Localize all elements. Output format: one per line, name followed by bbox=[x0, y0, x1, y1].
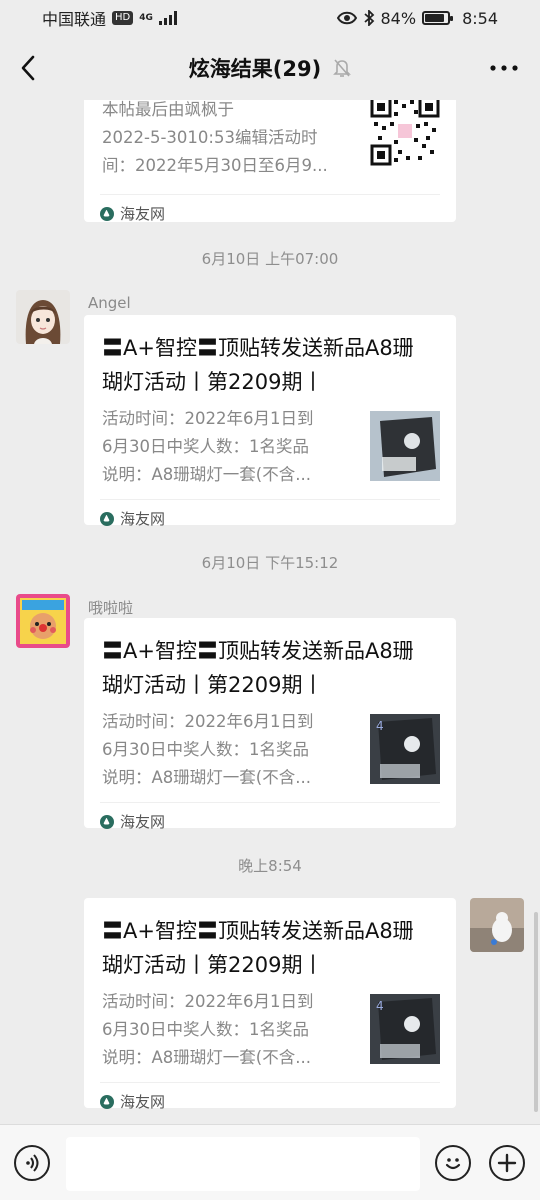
signal-icon bbox=[158, 11, 177, 25]
plus-icon[interactable] bbox=[489, 1145, 525, 1181]
avatar[interactable] bbox=[16, 290, 70, 344]
timestamp: 6月10日 下午15:12 bbox=[201, 554, 339, 572]
chat-header: 炫海结果(29) bbox=[0, 36, 540, 100]
product-thumbnail bbox=[370, 411, 440, 481]
card-description: 活动时间：2022年6月1日到 6月30日中奖人数：1名奖品 说明：A8珊瑚灯一… bbox=[102, 712, 314, 787]
card-source: 海友网 bbox=[100, 802, 440, 840]
svg-text:4: 4 bbox=[376, 719, 384, 733]
source-logo-icon bbox=[100, 814, 114, 829]
eye-icon bbox=[336, 11, 357, 25]
chevron-left-icon[interactable] bbox=[14, 54, 42, 82]
sender-name: 哦啦啦 bbox=[88, 599, 134, 617]
svg-text:4: 4 bbox=[376, 999, 384, 1013]
card-title: 〓A+智控〓顶贴转发送新品A8珊 瑚灯活动丨第2209期丨 bbox=[102, 336, 414, 394]
card-title: 〓A+智控〓顶贴转发送新品A8珊 瑚灯活动丨第2209期丨 bbox=[102, 919, 414, 977]
card-source: 海友网 bbox=[100, 194, 440, 232]
source-logo-icon bbox=[100, 511, 114, 526]
card-source: 海友网 bbox=[100, 1082, 440, 1120]
network-label: 4G bbox=[139, 13, 153, 23]
card-description: 本帖最后由飒枫于 2022-5-3010:53编辑活动时 间：2022年5月30… bbox=[102, 100, 328, 175]
bluetooth-icon bbox=[363, 10, 374, 26]
input-bar bbox=[0, 1124, 540, 1200]
timestamp: 晚上8:54 bbox=[238, 857, 302, 875]
sender-name: Angel bbox=[88, 294, 131, 312]
link-card[interactable]: 〓A+智控〓顶贴转发送新品A8珊 瑚灯活动丨第2209期丨 活动时间：2022年… bbox=[84, 618, 456, 831]
source-logo-icon bbox=[100, 206, 114, 221]
avatar[interactable] bbox=[16, 594, 70, 648]
bell-muted-icon bbox=[333, 59, 352, 77]
avatar[interactable] bbox=[470, 898, 524, 952]
product-thumbnail: 4 bbox=[370, 994, 440, 1064]
timestamp: 6月10日 上午07:00 bbox=[201, 250, 339, 268]
message-input[interactable] bbox=[66, 1137, 420, 1191]
card-source: 海友网 bbox=[100, 499, 440, 537]
chat-area[interactable]: 本帖最后由飒枫于 2022-5-3010:53编辑活动时 间：2022年5月30… bbox=[0, 100, 540, 1120]
card-title: 〓A+智控〓顶贴转发送新品A8珊 瑚灯活动丨第2209期丨 bbox=[102, 639, 414, 697]
card-description: 活动时间：2022年6月1日到 6月30日中奖人数：1名奖品 说明：A8珊瑚灯一… bbox=[102, 992, 314, 1067]
battery-percent: 84% bbox=[380, 8, 417, 28]
product-thumbnail: 4 bbox=[370, 714, 440, 784]
emoji-icon[interactable] bbox=[435, 1145, 471, 1181]
link-card[interactable]: 〓A+智控〓顶贴转发送新品A8珊 瑚灯活动丨第2209期丨 活动时间：2022年… bbox=[84, 315, 456, 528]
carrier-label: 中国联通 bbox=[42, 10, 107, 29]
chat-title: 炫海结果(29) bbox=[188, 57, 322, 81]
clock: 8:54 bbox=[462, 8, 498, 28]
battery-icon bbox=[422, 11, 454, 25]
more-icon[interactable] bbox=[488, 56, 520, 80]
voice-icon[interactable] bbox=[14, 1145, 50, 1181]
link-card[interactable]: 〓A+智控〓顶贴转发送新品A8珊 瑚灯活动丨第2209期丨 活动时间：2022年… bbox=[84, 898, 456, 1111]
source-logo-icon bbox=[100, 1094, 114, 1109]
link-card[interactable]: 本帖最后由飒枫于 2022-5-3010:53编辑活动时 间：2022年5月30… bbox=[84, 100, 456, 223]
hd-badge: HD bbox=[112, 11, 134, 25]
status-bar: 中国联通 HD 4G 84% 8:54 bbox=[0, 0, 540, 36]
page-title: 炫海结果(29) bbox=[188, 53, 352, 83]
card-description: 活动时间：2022年6月1日到 6月30日中奖人数：1名奖品 说明：A8珊瑚灯一… bbox=[102, 409, 314, 484]
qr-code-thumbnail bbox=[370, 100, 440, 166]
scrollbar[interactable] bbox=[534, 912, 538, 1112]
